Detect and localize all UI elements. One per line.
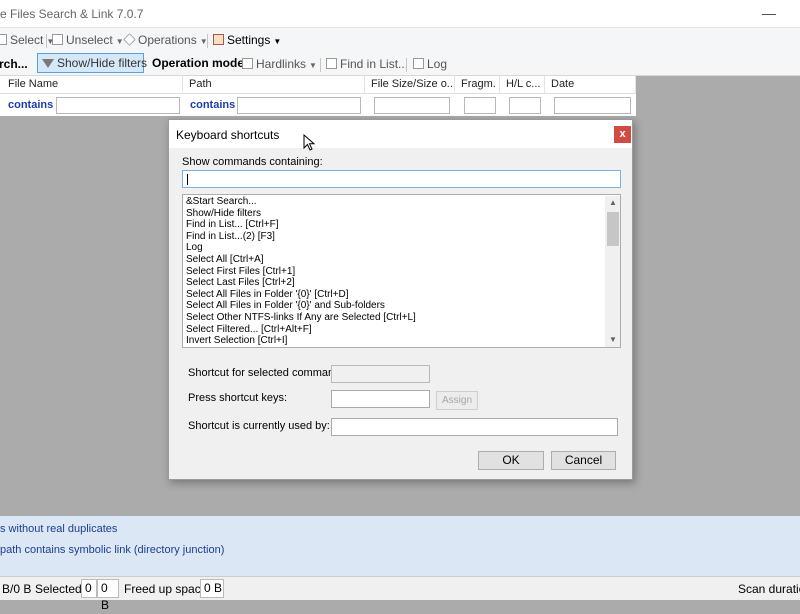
list-item[interactable]: Select All Files in Folder '{0}' [Ctrl+D… xyxy=(186,289,349,301)
selected-label: Selected: xyxy=(35,582,86,596)
mouse-cursor-icon xyxy=(303,134,316,151)
shortcut-selected-label: Shortcut for selected command: xyxy=(188,367,344,379)
operations-label: Operations xyxy=(138,33,197,47)
shortcut-selected-field xyxy=(331,365,430,383)
select-icon xyxy=(0,34,7,45)
list-item[interactable]: Find in List...(2) [F3] xyxy=(186,231,275,243)
hardlink-icon xyxy=(242,58,253,69)
toolbar-divider xyxy=(320,58,321,72)
chevron-down-icon: ▼ xyxy=(115,37,124,46)
diamond-icon xyxy=(123,33,136,46)
command-list-scrollbar[interactable]: ▲ ▼ xyxy=(605,196,620,347)
size-filter-input[interactable] xyxy=(374,97,450,114)
filter-icon xyxy=(42,59,54,68)
legend-line-duplicates: s without real duplicates xyxy=(0,523,118,535)
date-filter-input[interactable] xyxy=(554,97,631,114)
minimize-button[interactable]: — xyxy=(757,6,781,22)
list-item[interactable]: Select First Files [Ctrl+1] xyxy=(186,266,295,278)
scroll-thumb[interactable] xyxy=(607,212,619,246)
column-hl-count[interactable]: H/L c... xyxy=(500,76,545,94)
command-search-input[interactable] xyxy=(182,170,621,188)
file-name-filter-operator[interactable]: contains xyxy=(8,99,53,111)
list-item[interactable]: Select Filtered... [Ctrl+Alt+F] xyxy=(186,324,312,336)
status-bar: B/0 B Selected: 0 0 B Freed up space: 0 … xyxy=(0,576,800,612)
keyboard-shortcuts-dialog: Keyboard shortcuts x Show commands conta… xyxy=(168,119,633,480)
column-fragm[interactable]: Fragm. xyxy=(455,76,500,94)
press-keys-input[interactable] xyxy=(331,390,430,408)
close-icon[interactable]: x xyxy=(614,126,631,143)
settings-icon xyxy=(213,34,224,45)
toolbar-divider xyxy=(207,34,208,48)
text-caret xyxy=(187,174,188,185)
used-by-label: Shortcut is currently used by: xyxy=(188,420,330,432)
results-column-headers: File Name Path File Size/Size o... Fragm… xyxy=(0,76,636,94)
title-bar: e Files Search & Link 7.0.7 — xyxy=(0,0,800,28)
list-item[interactable]: Log xyxy=(186,242,203,254)
list-item[interactable]: Select All [Ctrl+A] xyxy=(186,254,264,266)
toolbar-main: Select ▼ Unselect ▼ Operations ▼ Settings ▼ xyxy=(0,28,800,52)
scroll-up-icon[interactable]: ▲ xyxy=(605,196,620,210)
window-title: e Files Search & Link 7.0.7 xyxy=(0,7,144,21)
list-item[interactable]: Select Other NTFS-links If Any are Selec… xyxy=(186,312,416,324)
column-file-size[interactable]: File Size/Size o... xyxy=(365,76,455,94)
total-size: B/0 B xyxy=(2,582,32,596)
chevron-down-icon: ▼ xyxy=(309,61,317,70)
ok-button[interactable]: OK xyxy=(478,451,544,470)
press-keys-label: Press shortcut keys: xyxy=(188,392,288,404)
show-hide-filters-button[interactable]: Show/Hide filters xyxy=(37,53,148,73)
list-item[interactable]: Select Last Files [Ctrl+2] xyxy=(186,277,295,289)
show-commands-label: Show commands containing: xyxy=(182,156,323,168)
show-hide-filters-label: Show/Hide filters xyxy=(57,56,148,70)
fragm-filter-input[interactable] xyxy=(464,97,496,114)
cancel-button[interactable]: Cancel xyxy=(551,451,616,470)
list-item[interactable]: Invert Selection [Ctrl+I] xyxy=(186,335,287,347)
column-path[interactable]: Path xyxy=(183,76,365,94)
log-label: Log xyxy=(427,57,448,71)
scan-duration-label: Scan duration xyxy=(738,582,800,596)
log-icon xyxy=(413,58,424,69)
unselect-icon xyxy=(52,34,63,45)
hardlinks-dropdown[interactable]: Hardlinks ▼ xyxy=(242,56,317,73)
operations-menu[interactable]: Operations ▼ xyxy=(123,32,208,49)
freed-space-label: Freed up space: xyxy=(124,582,211,596)
settings-menu[interactable]: Settings ▼ xyxy=(213,32,281,49)
selected-count: 0 xyxy=(81,579,97,598)
hardlinks-label: Hardlinks xyxy=(256,57,307,71)
file-name-filter-input[interactable] xyxy=(56,97,180,114)
command-list[interactable]: &Start Search... Show/Hide filters Find … xyxy=(182,194,621,348)
selected-size: 0 B xyxy=(97,579,119,612)
column-file-name[interactable]: File Name xyxy=(0,76,183,94)
settings-label: Settings xyxy=(227,33,271,47)
search-button[interactable]: rch... xyxy=(0,56,28,73)
operation-mode-label: Operation mode: xyxy=(152,56,249,70)
freed-space-value: 0 B xyxy=(200,579,224,598)
toolbar-divider xyxy=(406,58,407,72)
path-filter-input[interactable] xyxy=(237,97,361,114)
log-button[interactable]: Log xyxy=(413,56,447,73)
list-item[interactable]: &Start Search... xyxy=(186,196,257,208)
legend-pane: s without real duplicates path contains … xyxy=(0,516,800,576)
list-item[interactable]: Select All Files in Folder '{0}' and Sub… xyxy=(186,300,385,312)
hl-filter-input[interactable] xyxy=(509,97,541,114)
list-item[interactable]: Find in List... [Ctrl+F] xyxy=(186,219,279,231)
column-date[interactable]: Date xyxy=(545,76,636,94)
unselect-menu[interactable]: Unselect ▼ xyxy=(52,32,124,49)
find-in-list-button[interactable]: Find in List... xyxy=(326,56,408,73)
filter-row: contains contains xyxy=(0,94,636,116)
path-filter-operator[interactable]: contains xyxy=(190,99,235,111)
scroll-down-icon[interactable]: ▼ xyxy=(605,333,620,347)
find-in-list-label: Find in List... xyxy=(340,57,409,71)
select-label: Select xyxy=(10,33,44,47)
dialog-title-bar: Keyboard shortcuts x xyxy=(169,120,632,148)
list-item[interactable]: Show/Hide filters xyxy=(186,208,261,220)
used-by-field xyxy=(331,418,618,436)
toolbar-divider xyxy=(46,34,47,48)
chevron-down-icon: ▼ xyxy=(273,37,282,46)
assign-button[interactable]: Assign xyxy=(436,391,478,410)
dialog-title: Keyboard shortcuts xyxy=(176,128,280,142)
find-icon xyxy=(326,58,337,69)
legend-line-symlink: path contains symbolic link (directory j… xyxy=(0,544,225,556)
unselect-label: Unselect xyxy=(66,33,113,47)
